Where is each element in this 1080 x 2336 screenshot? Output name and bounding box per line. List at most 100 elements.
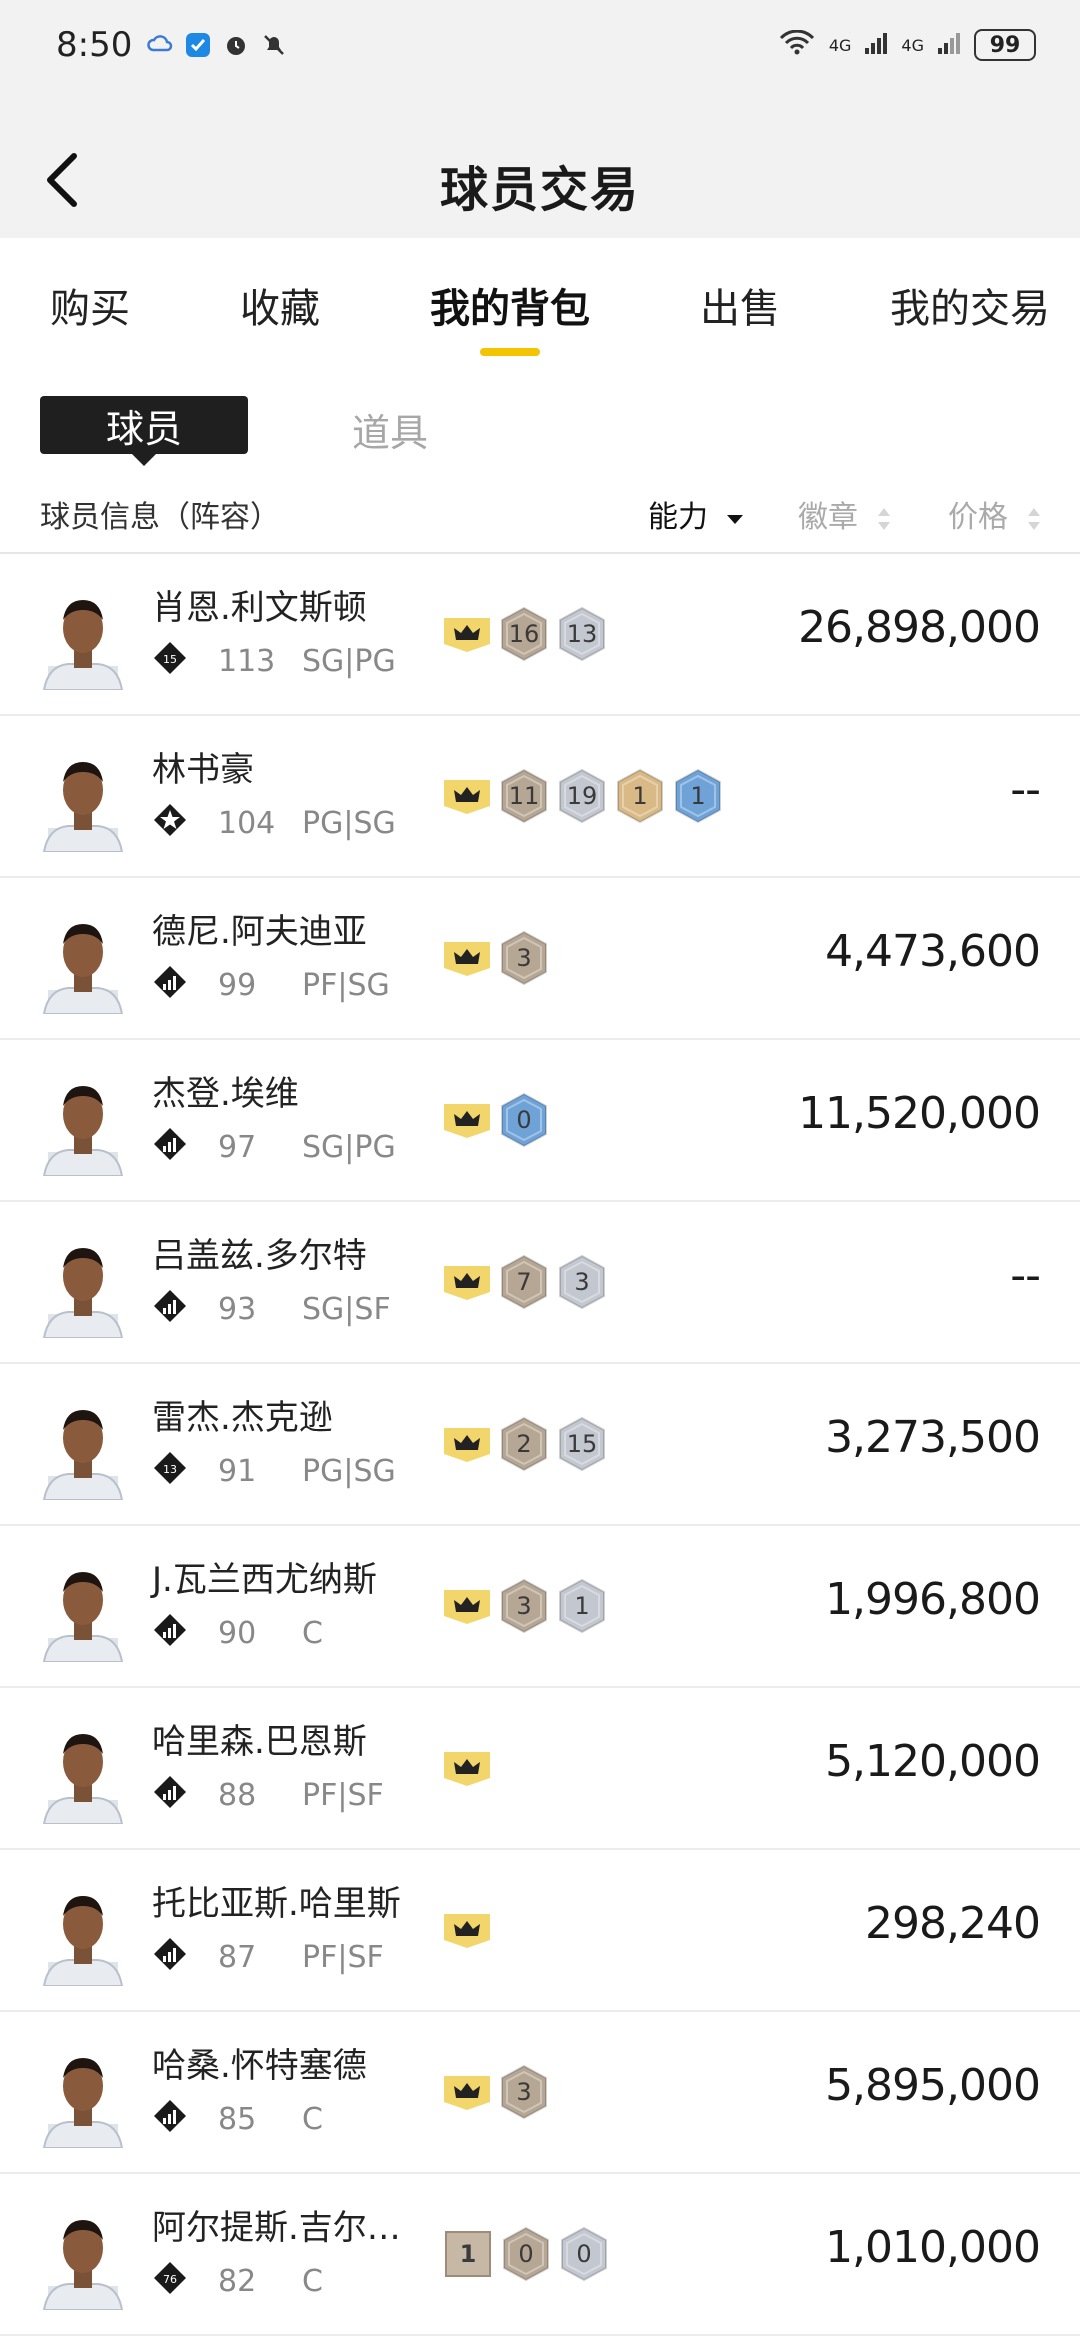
- player-row[interactable]: J.瓦兰西尤纳斯 90 C 3 1 1,996,800: [0, 1526, 1080, 1688]
- player-name: 哈桑.怀特塞德: [152, 2046, 367, 2086]
- crown-badge-icon: [442, 1748, 492, 1788]
- player-name: 杰登.埃维: [152, 1074, 299, 1114]
- shield-app-icon: [184, 31, 212, 59]
- sort-both-icon: [1027, 507, 1040, 530]
- badge-group: [442, 1688, 492, 1848]
- crown-badge-icon: [442, 614, 492, 654]
- player-avatar: [38, 1064, 128, 1177]
- sort-ability[interactable]: 能力: [648, 492, 744, 536]
- player-name: J.瓦兰西尤纳斯: [152, 1560, 377, 1600]
- crown-badge-icon: [442, 1262, 492, 1302]
- player-position: PG|SG: [302, 806, 396, 841]
- silver-badge-icon: 13: [556, 606, 608, 662]
- player-row[interactable]: 德尼.阿夫迪亚 99 PF|SG 3 4,473,600: [0, 878, 1080, 1040]
- player-row[interactable]: 杰登.埃维 97 SG|PG 0 11,520,000: [0, 1040, 1080, 1202]
- badge-group: 16 13: [442, 554, 608, 714]
- alarm-icon: [222, 31, 250, 59]
- player-row[interactable]: 哈桑.怀特塞德 85 C 3 5,895,000: [0, 2012, 1080, 2174]
- badge-count: 0: [516, 1106, 532, 1134]
- wifi-icon: [777, 29, 817, 60]
- blue-badge-icon: 1: [672, 768, 724, 824]
- badge-group: 3: [442, 2012, 550, 2172]
- player-name: 阿尔提斯.吉尔…: [152, 2208, 401, 2248]
- player-ability: 93: [218, 1292, 257, 1327]
- status-time: 8:50: [56, 25, 133, 65]
- badge-count: 1: [574, 1592, 590, 1620]
- rank-number: 76: [163, 2273, 177, 2286]
- rank-number-icon: 13: [152, 1450, 188, 1486]
- brown-badge-icon: 2: [498, 1416, 550, 1472]
- player-avatar: [38, 902, 128, 1015]
- crown-badge-icon: [442, 1424, 492, 1464]
- player-position: SG|PG: [302, 644, 396, 679]
- player-position: PF|SF: [302, 1940, 384, 1975]
- player-avatar: [38, 1388, 128, 1501]
- badge-group: 1 0 0: [442, 2174, 610, 2334]
- crown-badge-icon: [442, 1910, 492, 1950]
- silver-badge-icon: 0: [558, 2226, 610, 2282]
- player-ability: 88: [218, 1778, 257, 1813]
- badge-group: 0: [442, 1040, 550, 1200]
- player-price: 3,273,500: [825, 1412, 1041, 1463]
- signal-b-icon: [936, 30, 962, 60]
- badge-count: 3: [516, 2078, 532, 2106]
- column-player-info: 球员信息（阵容）: [40, 500, 280, 535]
- silver-badge-icon: 1: [556, 1578, 608, 1634]
- network-a-label: 4G: [828, 35, 852, 55]
- silver-badge-icon: 15: [556, 1416, 608, 1472]
- tab-buy[interactable]: 购买: [50, 238, 130, 334]
- tab-sell[interactable]: 出售: [700, 238, 780, 334]
- rank-bars-icon: [152, 1612, 188, 1648]
- crown-badge-icon: [442, 1100, 492, 1140]
- brown-badge-icon: 3: [498, 930, 550, 986]
- brown-badge-icon: 11: [498, 768, 550, 824]
- battery-indicator: 99: [974, 29, 1036, 61]
- player-avatar: [38, 1550, 128, 1663]
- sort-price[interactable]: 价格: [948, 492, 1042, 536]
- cloud-icon: [146, 31, 174, 59]
- badge-count: 11: [508, 782, 540, 810]
- rank-number: 15: [163, 653, 177, 666]
- subtab-players[interactable]: 球员: [40, 396, 248, 454]
- badge-group: 31: [442, 1526, 608, 1686]
- player-price: 26,898,000: [798, 602, 1041, 653]
- badge-count: 16: [508, 620, 540, 648]
- player-position: PF|SG: [302, 968, 390, 1003]
- player-avatar: [38, 578, 128, 691]
- player-row[interactable]: 肖恩.利文斯顿 15 113 SG|PG 16 13 26,898,000: [0, 554, 1080, 716]
- rank-bars-icon: [152, 2098, 188, 2134]
- nav-bar: 球员交易: [0, 90, 1080, 238]
- mute-bell-icon: [260, 31, 288, 59]
- tab-favorites[interactable]: 收藏: [240, 238, 320, 334]
- sort-both-icon: [877, 507, 890, 530]
- player-name: 肖恩.利文斯顿: [152, 588, 367, 628]
- player-row[interactable]: 吕盖兹.多尔特 93 SG|SF 7 3 --: [0, 1202, 1080, 1364]
- player-price: 4,473,600: [825, 926, 1041, 977]
- page-title: 球员交易: [439, 162, 640, 218]
- player-row[interactable]: 哈里森.巴恩斯 88 PF|SF 5,120,000: [0, 1688, 1080, 1850]
- crown-badge-icon: [442, 938, 492, 978]
- tab-my-trades[interactable]: 我的交易: [890, 238, 1050, 334]
- player-name: 吕盖兹.多尔特: [152, 1236, 367, 1276]
- top-area: 8:50 4G 4G 99 球员交易: [0, 0, 1080, 238]
- subtab-props[interactable]: 道具: [352, 402, 428, 457]
- player-row[interactable]: 雷杰.杰克逊 13 91 PG|SG 2 15 3,273,500: [0, 1364, 1080, 1526]
- badge-count: 3: [516, 944, 532, 972]
- player-ability: 90: [218, 1616, 257, 1651]
- player-price: 1,010,000: [825, 2222, 1041, 2273]
- brown-badge-icon: 0: [500, 2226, 552, 2282]
- player-ability: 113: [218, 644, 276, 679]
- badge-count: 2: [516, 1430, 532, 1458]
- rank-bars-icon: [152, 1126, 188, 1162]
- player-row[interactable]: 阿尔提斯.吉尔… 76 82 C 1 0 0 1,010,000: [0, 2174, 1080, 2336]
- rank-star-icon: [152, 802, 188, 838]
- tab-my-backpack[interactable]: 我的背包: [430, 238, 590, 334]
- player-position: PF|SF: [302, 1778, 384, 1813]
- player-price: 298,240: [865, 1898, 1041, 1949]
- player-row[interactable]: 托比亚斯.哈里斯 87 PF|SF 298,240: [0, 1850, 1080, 2012]
- player-row[interactable]: 林书豪 104 PG|SG 11 19 1 1 --: [0, 716, 1080, 878]
- crown-badge-icon: [442, 1586, 492, 1626]
- column-ability-label: 能力: [648, 500, 708, 535]
- brown-badge-icon: 16: [498, 606, 550, 662]
- sort-badge[interactable]: 徽章: [798, 492, 892, 536]
